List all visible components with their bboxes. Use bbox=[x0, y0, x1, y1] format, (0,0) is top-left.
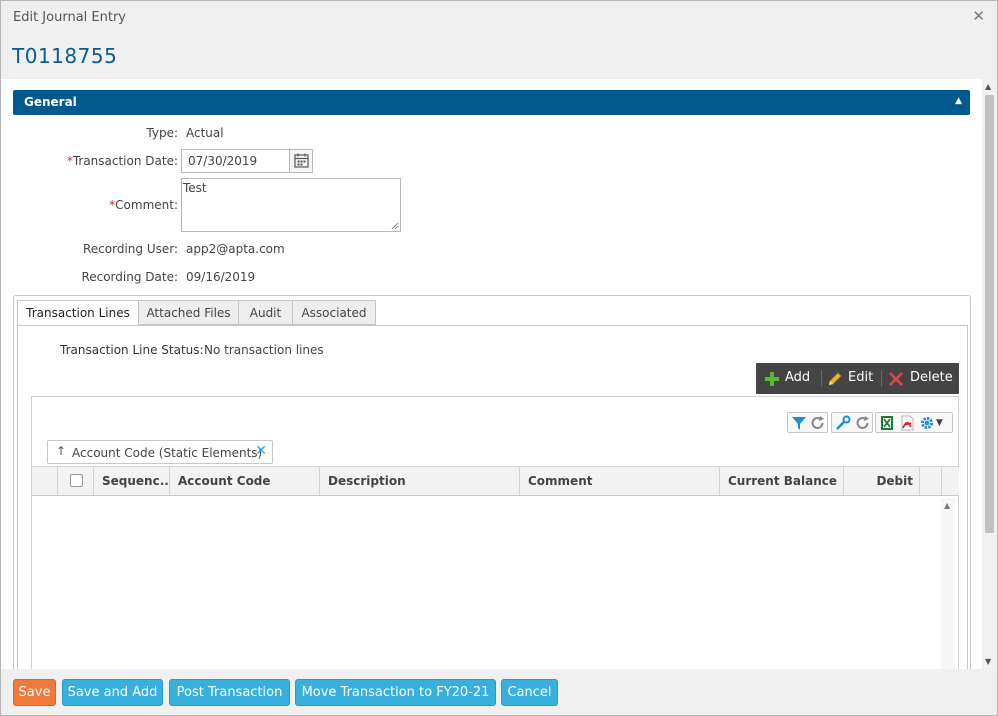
filter-tools bbox=[787, 412, 828, 433]
column-header-debit[interactable]: Debit bbox=[844, 467, 920, 495]
excel-export-icon[interactable] bbox=[878, 415, 896, 431]
plus-icon bbox=[765, 372, 779, 386]
grid-scrollbar[interactable]: ▲ bbox=[941, 498, 955, 669]
wrench-icon[interactable] bbox=[834, 415, 852, 431]
column-header-description[interactable]: Description bbox=[320, 467, 520, 495]
column-tools bbox=[831, 412, 873, 433]
recording-date-label: Recording Date: bbox=[81, 270, 178, 284]
calendar-icon[interactable] bbox=[289, 150, 312, 172]
transaction-lines-actionbar: Add Edit Delete bbox=[756, 363, 959, 394]
comment-textarea[interactable]: Test bbox=[181, 178, 401, 232]
dialog-title: Edit Journal Entry bbox=[13, 10, 126, 25]
grid-header-scroll-spacer bbox=[920, 467, 942, 495]
edit-button-label: Edit bbox=[848, 370, 874, 385]
move-transaction-button[interactable]: Move Transaction to FY20-21 bbox=[295, 679, 496, 706]
transaction-line-status-label: Transaction Line Status: bbox=[60, 343, 204, 357]
recording-date-value: 09/16/2019 bbox=[186, 270, 256, 284]
scroll-up-icon[interactable]: ▲ bbox=[944, 501, 950, 510]
scroll-down-icon[interactable]: ▼ bbox=[985, 657, 991, 666]
pencil-icon bbox=[828, 372, 842, 386]
chevron-down-icon[interactable]: ▼ bbox=[936, 415, 954, 431]
save-button[interactable]: Save bbox=[13, 679, 56, 706]
transaction-lines-grid: ▼ ↑ Account Code (Static Elements) ✕ Seq… bbox=[31, 396, 959, 669]
save-and-add-button[interactable]: Save and Add bbox=[62, 679, 163, 706]
select-all-cell bbox=[58, 467, 94, 495]
transaction-date-label: *Transaction Date: bbox=[67, 154, 178, 168]
tab-audit[interactable]: Audit bbox=[238, 300, 293, 325]
edit-button[interactable]: Edit bbox=[828, 363, 883, 394]
column-header-account-code[interactable]: Account Code bbox=[170, 467, 320, 495]
type-label: Type: bbox=[146, 126, 178, 140]
general-section-title: General bbox=[24, 95, 77, 109]
reset-columns-icon[interactable] bbox=[854, 415, 872, 431]
transaction-line-status-value: No transaction lines bbox=[204, 343, 324, 357]
comment-label: *Comment: bbox=[109, 198, 178, 212]
tab-transaction-lines[interactable]: Transaction Lines bbox=[17, 300, 139, 326]
column-header-sequence[interactable]: Sequenc... bbox=[94, 467, 170, 495]
pdf-export-icon[interactable] bbox=[898, 415, 916, 431]
group-by-chip[interactable]: ↑ Account Code (Static Elements) ✕ bbox=[47, 440, 273, 464]
comment-value: Test bbox=[183, 181, 207, 195]
sort-ascending-icon[interactable]: ↑ bbox=[56, 444, 66, 458]
reset-filter-icon[interactable] bbox=[809, 415, 827, 431]
delete-button-label: Delete bbox=[910, 370, 953, 385]
dialog-titlebar: Edit Journal Entry ✕ T0118755 bbox=[1, 1, 997, 79]
recording-user-label: Recording User: bbox=[82, 242, 178, 256]
dialog-scroll-thumb[interactable] bbox=[985, 95, 994, 533]
column-header-comment[interactable]: Comment bbox=[520, 467, 720, 495]
tabs-container: Transaction Lines Attached Files Audit A… bbox=[13, 295, 971, 669]
transaction-date-field[interactable]: 07/30/2019 bbox=[181, 149, 313, 173]
post-transaction-button[interactable]: Post Transaction bbox=[169, 679, 290, 706]
select-all-checkbox[interactable] bbox=[70, 474, 83, 487]
recording-user-value: app2@apta.com bbox=[186, 242, 285, 256]
add-button[interactable]: Add bbox=[765, 363, 825, 394]
remove-group-icon[interactable]: ✕ bbox=[255, 443, 267, 459]
separator bbox=[821, 370, 822, 387]
column-header-current-balance[interactable]: Current Balance bbox=[720, 467, 844, 495]
grid-header-group-spacer bbox=[32, 467, 58, 495]
group-by-chip-label: Account Code (Static Elements) bbox=[72, 446, 263, 460]
dialog-content: General ▲ Type: Actual *Transaction Date… bbox=[1, 79, 983, 669]
cancel-button[interactable]: Cancel bbox=[501, 679, 558, 706]
close-icon[interactable]: ✕ bbox=[972, 8, 985, 24]
tab-associated[interactable]: Associated bbox=[292, 300, 376, 325]
edit-journal-entry-dialog: Edit Journal Entry ✕ T0118755 General ▲ … bbox=[0, 0, 998, 716]
transaction-lines-panel: Transaction Line Status: No transaction … bbox=[17, 325, 968, 669]
transaction-date-value: 07/30/2019 bbox=[188, 154, 258, 168]
entry-id-heading: T0118755 bbox=[12, 44, 118, 68]
type-value: Actual bbox=[186, 126, 224, 140]
comment-label-text: Comment: bbox=[115, 198, 178, 212]
scroll-up-icon[interactable]: ▲ bbox=[985, 82, 991, 91]
grid-header-row: Sequenc... Account Code Description Comm… bbox=[32, 466, 959, 496]
gear-icon[interactable] bbox=[918, 415, 936, 431]
tab-attached-files[interactable]: Attached Files bbox=[138, 300, 239, 325]
delete-x-icon bbox=[889, 372, 903, 386]
general-section-header[interactable]: General ▲ bbox=[13, 90, 970, 115]
add-button-label: Add bbox=[785, 370, 811, 385]
collapse-up-icon[interactable]: ▲ bbox=[955, 96, 962, 106]
dialog-scrollbar[interactable]: ▲ ▼ bbox=[982, 79, 997, 669]
filter-icon[interactable] bbox=[790, 415, 808, 431]
separator bbox=[881, 370, 882, 387]
delete-button[interactable]: Delete bbox=[889, 363, 957, 394]
dialog-footer: Save Save and Add Post Transaction Move … bbox=[1, 669, 997, 715]
transaction-date-label-text: Transaction Date: bbox=[72, 154, 178, 168]
resize-grip-icon[interactable] bbox=[391, 222, 399, 230]
export-tools: ▼ bbox=[875, 412, 953, 433]
